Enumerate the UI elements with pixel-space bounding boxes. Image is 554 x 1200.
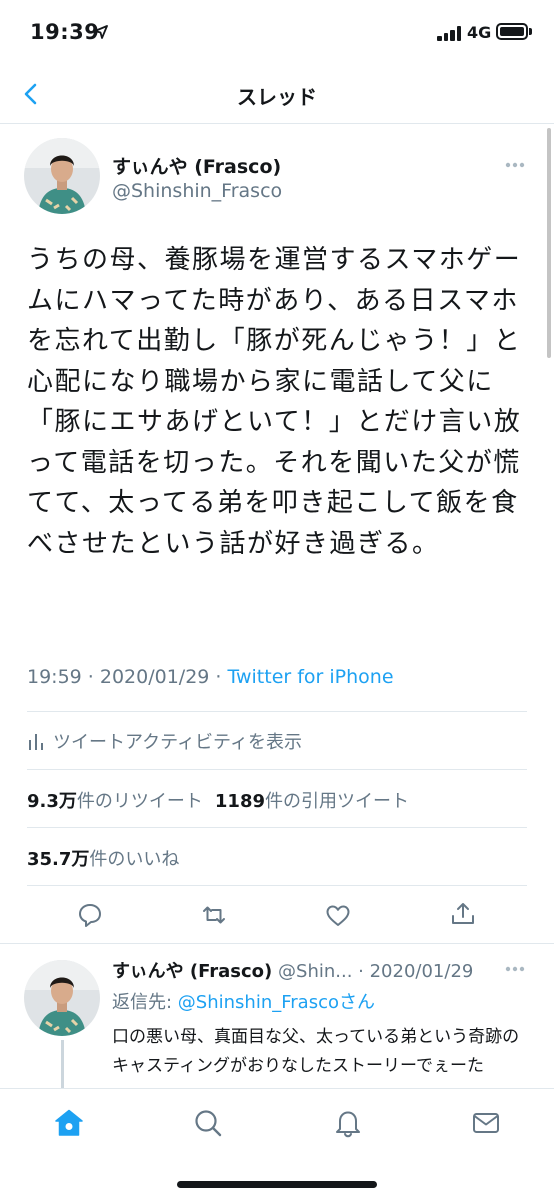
tweet-activity-link[interactable]: ツイートアクティビティを表示 xyxy=(27,728,302,754)
like-icon[interactable] xyxy=(325,903,351,929)
search-icon[interactable] xyxy=(193,1108,223,1138)
divider xyxy=(27,885,527,886)
status-bar: 19:39 4G xyxy=(0,0,554,66)
status-time: 19:39 xyxy=(30,20,100,44)
messages-icon[interactable] xyxy=(471,1108,501,1138)
battery-tip xyxy=(529,28,532,35)
section-divider xyxy=(0,943,554,944)
tweet-timestamp: 19:59 · 2020/01/29 · Twitter for iPhone xyxy=(27,666,394,688)
reply-text: 口の悪い母、真面目な父、太っている弟という奇跡のキャスティングがおりなしたストー… xyxy=(112,1027,520,1076)
scroll-indicator[interactable] xyxy=(547,128,551,358)
replying-to-prefix: 返信先: xyxy=(112,992,178,1013)
reply-header[interactable]: すぃんや (Frasco) @Shin... · 2020/01/29 xyxy=(112,957,473,983)
like-label: 件のいいね xyxy=(89,849,180,870)
divider xyxy=(27,711,527,712)
home-indicator[interactable] xyxy=(177,1181,377,1188)
thread-line xyxy=(61,1040,64,1088)
retweet-icon[interactable] xyxy=(201,902,227,928)
notifications-icon[interactable] xyxy=(333,1108,363,1138)
timestamp-text: 19:59 · 2020/01/29 · xyxy=(27,666,228,688)
replying-to-mention[interactable]: @Shinshin_Frasco xyxy=(178,992,339,1013)
signal-bars-icon xyxy=(437,25,463,41)
reply-author-handle: @Shin... xyxy=(278,961,353,982)
tweet-source-link[interactable]: Twitter for iPhone xyxy=(228,666,394,688)
reply-author-name: すぃんや (Frasco) xyxy=(112,961,273,982)
engagement-stats: 9.3万件のリツイート 1189件の引用ツイート xyxy=(27,787,409,813)
quote-stat[interactable]: 1189件の引用ツイート xyxy=(215,791,409,812)
like-stat[interactable]: 35.7万件のいいね xyxy=(27,845,179,871)
share-icon[interactable] xyxy=(450,901,476,927)
more-options-icon[interactable] xyxy=(505,162,525,168)
divider xyxy=(27,827,527,828)
network-type: 4G xyxy=(467,23,492,42)
reply-icon[interactable] xyxy=(77,902,103,928)
retweet-stat[interactable]: 9.3万件のリツイート xyxy=(27,791,203,812)
retweet-count: 9.3万 xyxy=(27,791,77,812)
reply-time: · 2020/01/29 xyxy=(352,961,474,982)
tweet-text: うちの母、養豚場を運営するスマホゲームにハマってた時があり、ある日スマホを忘れて… xyxy=(27,245,522,559)
nav-header: スレッド xyxy=(0,66,554,124)
bar-chart-icon xyxy=(29,734,43,750)
like-count: 35.7万 xyxy=(27,849,90,870)
quote-count: 1189 xyxy=(214,791,265,812)
replying-to: 返信先: @Shinshin_Frascoさん xyxy=(112,988,375,1014)
reply-more-options-icon[interactable] xyxy=(505,966,525,972)
battery-icon xyxy=(496,23,528,40)
author-handle[interactable]: @Shinshin_Frasco xyxy=(112,180,282,202)
divider xyxy=(27,769,527,770)
replying-to-suffix: さん xyxy=(339,992,375,1013)
quote-label: 件の引用ツイート xyxy=(265,791,409,812)
activity-label: ツイートアクティビティを表示 xyxy=(53,732,302,753)
home-icon[interactable] xyxy=(54,1108,84,1138)
reply-avatar[interactable] xyxy=(24,960,100,1036)
avatar[interactable] xyxy=(24,138,100,214)
retweet-label: 件のリツイート xyxy=(76,791,203,812)
page-title: スレッド xyxy=(237,85,317,109)
author-name[interactable]: すぃんや (Frasco) xyxy=(112,152,281,179)
location-arrow-icon xyxy=(94,25,108,39)
